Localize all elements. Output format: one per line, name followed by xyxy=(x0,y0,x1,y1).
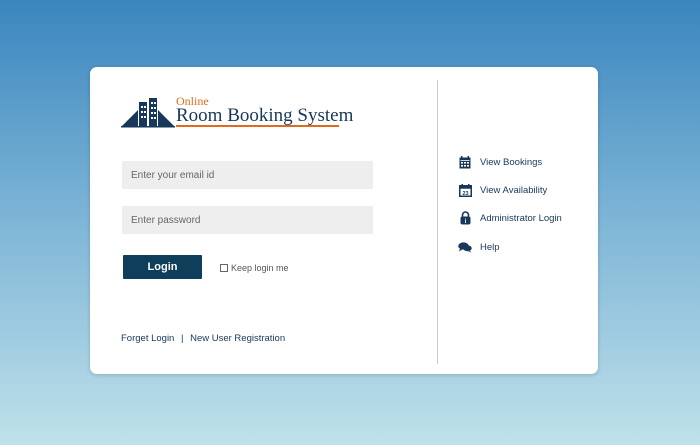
login-card: Online Room Booking System Login Keep lo… xyxy=(90,67,598,374)
vertical-divider xyxy=(437,80,438,364)
keep-login-checkbox[interactable] xyxy=(220,264,228,272)
bottom-links: Forget Login | New User Registration xyxy=(121,333,285,344)
calendar-date-number: 23 xyxy=(462,191,468,197)
forget-login-link[interactable]: Forget Login xyxy=(121,333,174,344)
keep-login-option[interactable]: Keep login me xyxy=(220,263,289,273)
calendar-date-icon: 23 xyxy=(458,183,472,197)
menu-item-view-availability[interactable]: 23 View Availability xyxy=(458,183,547,197)
menu-item-label: View Bookings xyxy=(480,156,543,168)
logo: Online Room Booking System xyxy=(121,94,354,130)
logo-underline xyxy=(176,125,339,127)
login-button[interactable]: Login xyxy=(123,255,202,279)
menu-item-view-bookings[interactable]: View Bookings xyxy=(458,155,542,169)
menu-item-label: View Availability xyxy=(480,184,548,196)
lock-icon: i xyxy=(458,211,472,225)
calendar-icon xyxy=(458,155,472,169)
keep-login-label: Keep login me xyxy=(231,263,289,273)
menu-item-label: Help xyxy=(480,241,500,253)
password-input[interactable] xyxy=(122,206,373,234)
chat-bubbles-icon xyxy=(458,240,472,254)
logo-title: Room Booking System xyxy=(176,105,354,126)
email-input[interactable] xyxy=(122,161,373,189)
link-separator: | xyxy=(180,333,184,344)
building-logo-icon xyxy=(121,98,175,128)
new-user-registration-link[interactable]: New User Registration xyxy=(190,333,285,344)
menu-item-help[interactable]: Help xyxy=(458,240,500,254)
menu-item-administrator-login[interactable]: i Administrator Login xyxy=(458,211,562,225)
menu-item-label: Administrator Login xyxy=(480,212,562,224)
